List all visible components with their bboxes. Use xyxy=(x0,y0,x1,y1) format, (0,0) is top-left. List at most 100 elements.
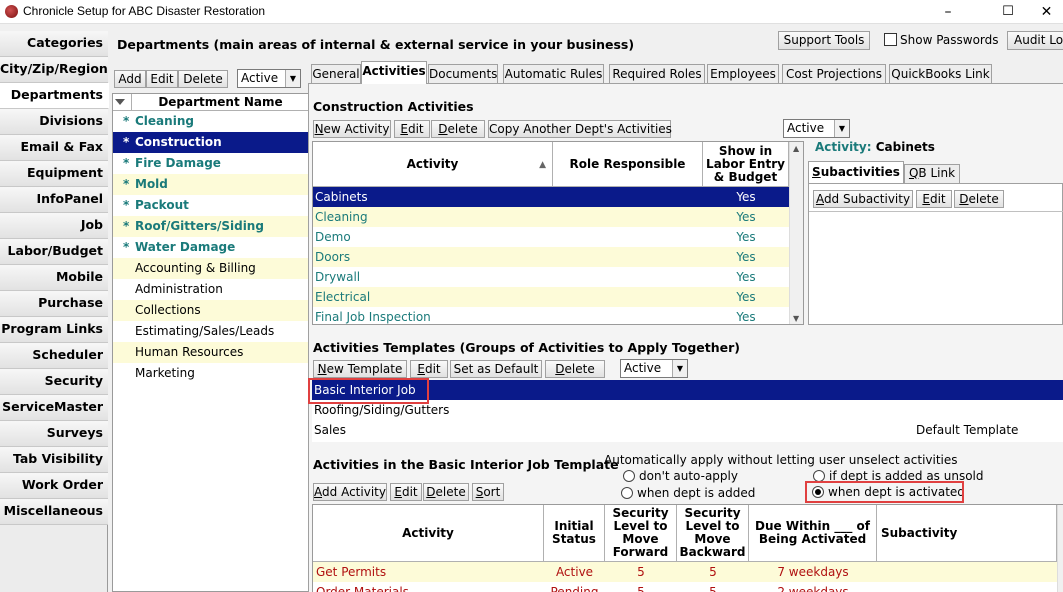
delete-template-button[interactable]: Delete xyxy=(545,360,605,378)
sidebar-item-mobile[interactable]: Mobile xyxy=(0,265,108,291)
sidebar-item-tab-visibility[interactable]: Tab Visibility xyxy=(0,447,108,473)
close-button[interactable]: ✕ xyxy=(1030,0,1063,24)
department-row[interactable]: Administration xyxy=(113,279,308,300)
department-row[interactable]: Collections xyxy=(113,300,308,321)
activity-show-value: Yes xyxy=(736,190,756,204)
department-row[interactable]: * Construction xyxy=(113,132,308,153)
show-passwords-checkbox[interactable] xyxy=(884,33,897,46)
new-template-button[interactable]: New Template xyxy=(313,360,407,378)
department-row[interactable]: Accounting & Billing xyxy=(113,258,308,279)
activities-scrollbar[interactable]: ▲ ▼ xyxy=(789,142,803,324)
copy-activities-button[interactable]: Copy Another Dept's Activities xyxy=(488,120,672,138)
subactivity-column-header[interactable]: Subactivity xyxy=(877,505,1057,562)
department-row[interactable]: * Roof/Gitters/Siding xyxy=(113,216,308,237)
tab-documents[interactable]: Documents xyxy=(428,64,498,83)
department-name-header[interactable]: Department Name xyxy=(133,95,308,109)
sidebar-item-categories[interactable]: Categories xyxy=(0,31,108,57)
tab-employees[interactable]: Employees xyxy=(707,64,779,83)
maximize-button[interactable]: ☐ xyxy=(985,0,1031,24)
security-backward-column-header[interactable]: Security Level to Move Backward xyxy=(677,505,749,562)
delete-department-button[interactable]: Delete xyxy=(178,70,228,88)
tab-general[interactable]: General xyxy=(311,64,361,83)
department-row[interactable]: Estimating/Sales/Leads xyxy=(113,321,308,342)
sidebar-item-purchase-order[interactable]: Purchase Order xyxy=(0,291,108,334)
sidebar-item-miscellaneous[interactable]: Miscellaneous xyxy=(0,499,108,525)
activity-column-header[interactable]: Activity ▲ xyxy=(313,142,553,187)
audit-log-button[interactable]: Audit Log xyxy=(1007,31,1063,50)
sidebar-item-scheduler[interactable]: Scheduler xyxy=(0,343,108,369)
activity-row[interactable]: Final Job Inspection Yes xyxy=(313,307,789,324)
sidebar-item-email-fax[interactable]: Email & Fax xyxy=(0,135,108,161)
edit-department-button[interactable]: Edit xyxy=(146,70,178,88)
sidebar-item-program-links[interactable]: Program Links xyxy=(0,317,108,343)
delete-template-activity-button[interactable]: Delete xyxy=(423,483,469,501)
sidebar-item-surveys[interactable]: Surveys xyxy=(0,421,108,447)
delete-subactivity-button[interactable]: Delete xyxy=(954,190,1004,208)
activity-row[interactable]: Cabinets Yes xyxy=(313,187,789,207)
tab-activities[interactable]: Activities xyxy=(361,61,427,84)
template-activity-column-header[interactable]: Activity xyxy=(313,505,544,562)
activity-row[interactable]: Electrical Yes xyxy=(313,287,789,307)
new-activity-button[interactable]: New Activity xyxy=(313,120,391,138)
delete-activity-button[interactable]: Delete xyxy=(431,120,485,138)
department-filter-select[interactable]: Active ▼ xyxy=(237,69,301,88)
edit-activity-button[interactable]: Edit xyxy=(394,120,430,138)
sidebar-item-job[interactable]: Job xyxy=(0,213,108,239)
tab-subactivities[interactable]: Subactivities xyxy=(808,161,904,183)
add-template-activity-button[interactable]: Add Activity xyxy=(313,483,387,501)
add-subactivity-button[interactable]: Add Subactivity xyxy=(813,190,913,208)
template-activity-row[interactable]: Get Permits Active 5 5 7 weekdays xyxy=(313,562,1057,582)
tab-automatic-rules[interactable]: Automatic Rules xyxy=(503,64,604,83)
support-tools-button[interactable]: Support Tools xyxy=(778,31,870,50)
scroll-up-icon[interactable]: ▲ xyxy=(793,144,799,153)
sidebar-item-city-zip-region[interactable]: City/Zip/Region xyxy=(0,57,108,83)
show-column-header[interactable]: Show in Labor Entry & Budget xyxy=(703,142,789,187)
template-row[interactable]: Sales Default Template xyxy=(312,420,1063,440)
sidebar-item-labor-budget[interactable]: Labor/Budget xyxy=(0,239,108,265)
tab-required-roles[interactable]: Required Roles xyxy=(609,64,705,83)
activity-row[interactable]: Demo Yes xyxy=(313,227,789,247)
minimize-button[interactable]: – xyxy=(925,0,971,24)
department-name: Estimating/Sales/Leads xyxy=(135,324,275,338)
template-filter-select[interactable]: Active ▼ xyxy=(620,359,688,378)
role-column-header[interactable]: Role Responsible xyxy=(553,142,703,187)
activity-show-value: Yes xyxy=(736,230,756,244)
set-default-template-button[interactable]: Set as Default xyxy=(450,360,542,378)
department-row[interactable]: * Cleaning xyxy=(113,111,308,132)
sidebar-item-infopanel[interactable]: InfoPanel xyxy=(0,187,108,213)
security-forward-column-header[interactable]: Security Level to Move Forward xyxy=(605,505,677,562)
department-row[interactable]: Marketing xyxy=(113,363,308,384)
tab-quickbooks-link[interactable]: QuickBooks Link xyxy=(889,64,992,83)
tab-qb-link[interactable]: QB Link xyxy=(904,164,960,183)
department-row[interactable]: * Water Damage xyxy=(113,237,308,258)
department-row[interactable]: * Fire Damage xyxy=(113,153,308,174)
department-row[interactable]: * Packout xyxy=(113,195,308,216)
template-activity-row[interactable]: Order Materials Pending 5 5 2 weekdays xyxy=(313,582,1057,592)
activity-row[interactable]: Cleaning Yes xyxy=(313,207,789,227)
sidebar-item-servicemaster[interactable]: ServiceMaster xyxy=(0,395,108,421)
sidebar-item-work-order[interactable]: Work Order xyxy=(0,473,108,499)
edit-subactivity-button[interactable]: Edit xyxy=(916,190,952,208)
department-row[interactable]: * Mold xyxy=(113,174,308,195)
sidebar-item-departments[interactable]: Departments xyxy=(0,83,109,109)
activity-row[interactable]: Drywall Yes xyxy=(313,267,789,287)
initial-status-column-header[interactable]: Initial Status xyxy=(544,505,605,562)
edit-template-button[interactable]: Edit xyxy=(410,360,448,378)
sort-template-activities-button[interactable]: Sort xyxy=(472,483,504,501)
template-activity-status: Pending xyxy=(550,585,599,592)
activity-row[interactable]: Doors Yes xyxy=(313,247,789,267)
sidebar-item-equipment[interactable]: Equipment xyxy=(0,161,108,187)
radio-when-dept-added[interactable] xyxy=(621,487,633,499)
tab-cost-projections[interactable]: Cost Projections xyxy=(782,64,886,83)
template-activities-scrollbar[interactable] xyxy=(1057,505,1063,592)
radio-dont-auto-apply[interactable] xyxy=(623,470,635,482)
sidebar-item-security[interactable]: Security xyxy=(0,369,108,395)
add-department-button[interactable]: Add xyxy=(114,70,146,88)
due-within-column-header[interactable]: Due Within ___ of Being Activated xyxy=(749,505,877,562)
department-row[interactable]: Human Resources xyxy=(113,342,308,363)
edit-template-activity-button[interactable]: Edit xyxy=(390,483,422,501)
scroll-down-icon[interactable]: ▼ xyxy=(793,314,799,323)
sidebar-item-divisions[interactable]: Divisions xyxy=(0,109,108,135)
activity-filter-select[interactable]: Active ▼ xyxy=(783,119,850,138)
sort-desc-icon[interactable] xyxy=(115,99,125,105)
